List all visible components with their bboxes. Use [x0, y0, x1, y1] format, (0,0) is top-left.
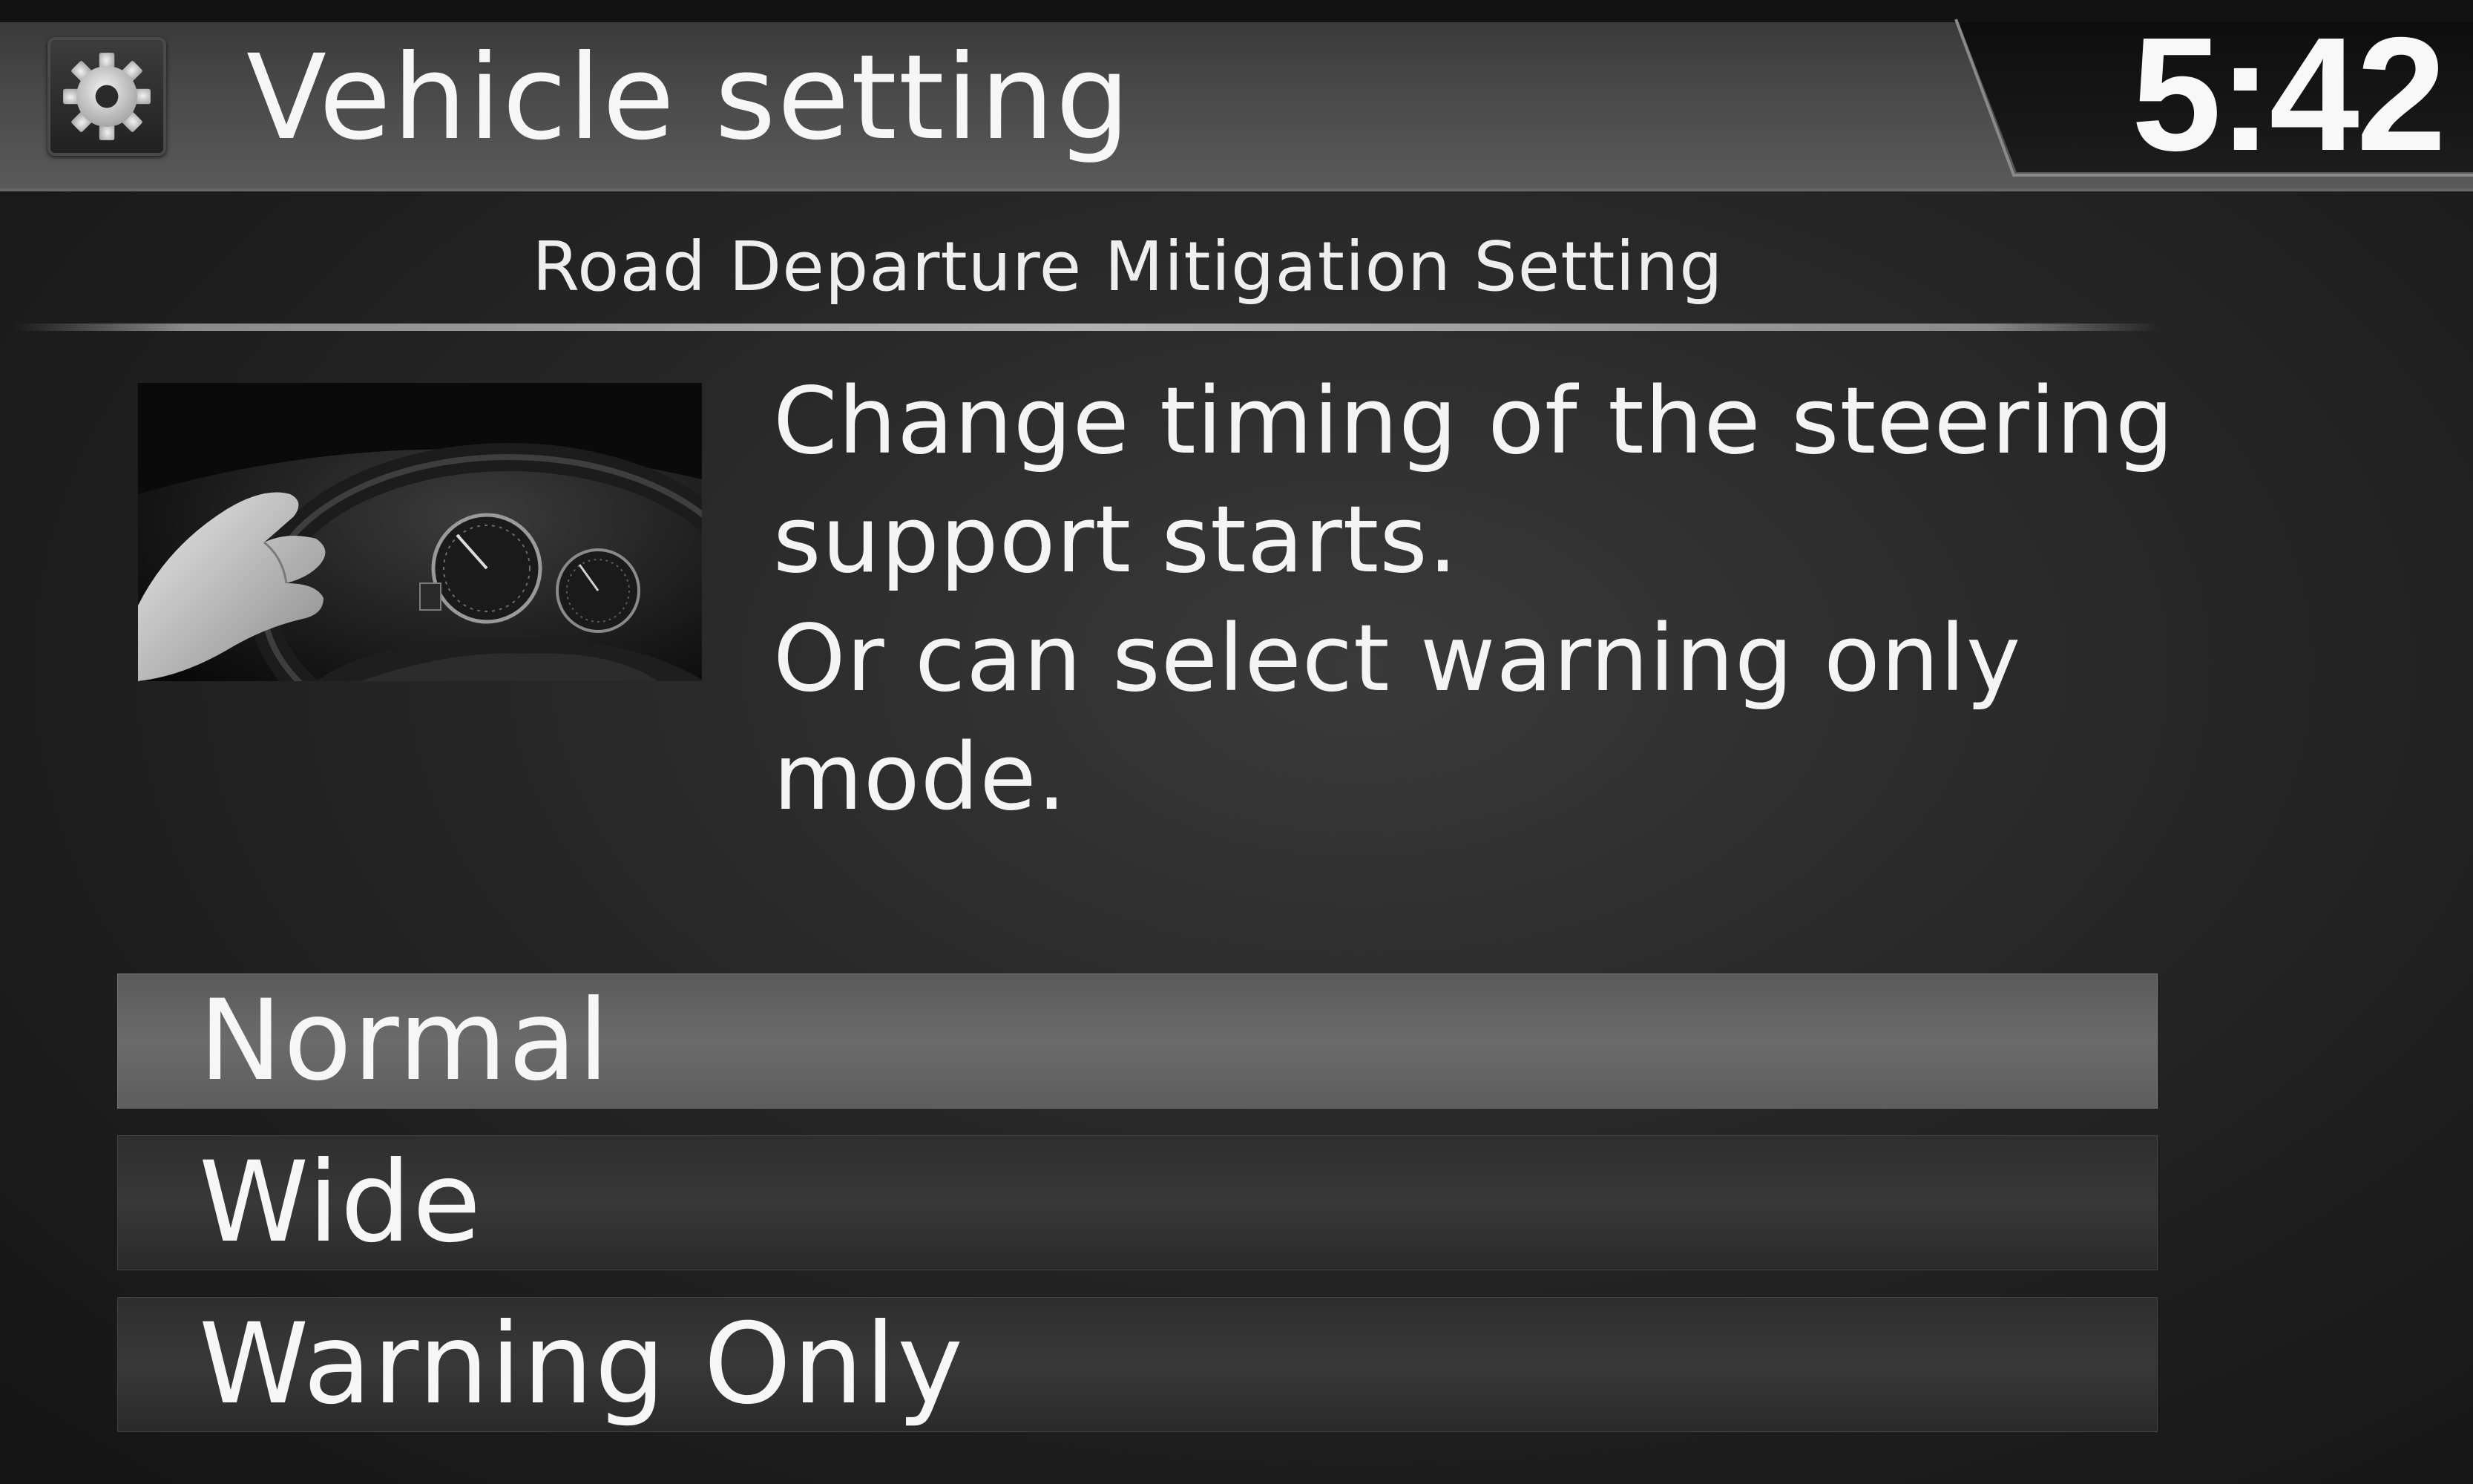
vehicle-setting-screen: Vehicle setting 5:42 Road Departure Miti…: [0, 0, 2473, 1484]
gear-icon: [63, 53, 151, 140]
option-list: Normal Wide Warning Only: [117, 974, 2158, 1459]
steering-wheel-illustration: [138, 383, 702, 681]
option-wide[interactable]: Wide: [117, 1135, 2158, 1270]
steering-wheel-image: [138, 383, 702, 681]
description-line: mode.: [773, 724, 1068, 831]
clock-display: 5:42: [2131, 4, 2446, 185]
option-label: Normal: [199, 976, 611, 1106]
description-line: support starts.: [773, 487, 1459, 594]
option-label: Warning Only: [199, 1300, 965, 1429]
description-line: Change timing of the steering: [773, 368, 2175, 475]
option-normal[interactable]: Normal: [117, 974, 2158, 1109]
setting-description: Change timing of the steering support st…: [773, 362, 2183, 837]
header-bar: Vehicle setting 5:42: [0, 0, 2473, 191]
divider: [15, 324, 2159, 331]
description-line: Or can select warning only: [773, 605, 2022, 712]
screen-subtitle: Road Departure Mitigation Setting: [532, 227, 1724, 306]
settings-button[interactable]: [47, 37, 166, 156]
page-title: Vehicle setting: [246, 30, 1132, 166]
option-label: Wide: [199, 1138, 483, 1267]
option-warning-only[interactable]: Warning Only: [117, 1297, 2158, 1432]
